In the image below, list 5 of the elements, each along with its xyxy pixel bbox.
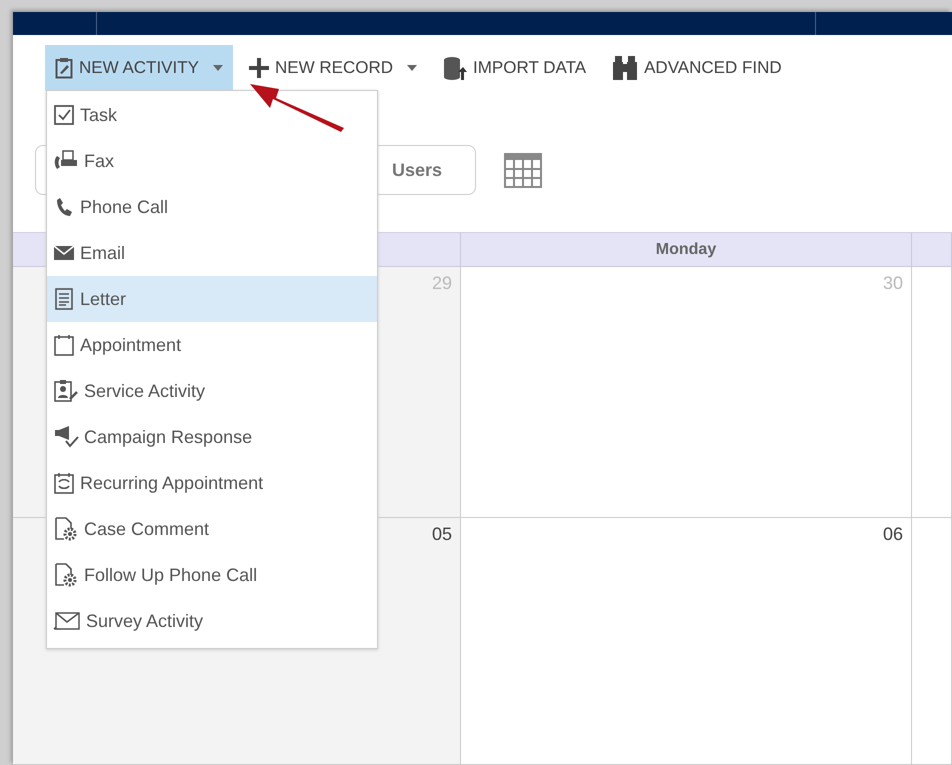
day-number: 05 [432,524,452,545]
day-number: 30 [882,273,903,294]
day-header: Monday [461,232,912,267]
day-number: 29 [432,273,452,294]
day-number: 06 [882,524,903,545]
